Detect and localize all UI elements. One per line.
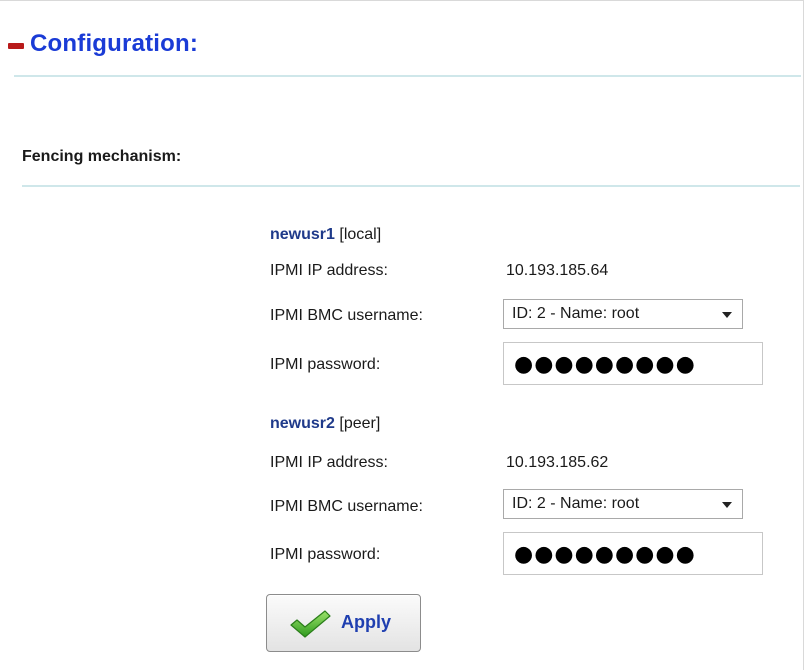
ipmi-password-label: IPMI password: (270, 356, 381, 373)
chevron-down-icon (722, 502, 732, 508)
select-value: ID: 2 - Name: root (512, 495, 640, 512)
ipmi-username-label: IPMI BMC username: (270, 498, 423, 515)
ipmi-username-select[interactable]: ID: 2 - Name: root (503, 299, 743, 329)
fencing-heading: Fencing mechanism: (22, 148, 182, 165)
select-value: ID: 2 - Name: root (512, 305, 640, 322)
ipmi-password-input[interactable]: ●●●●●●●●● (503, 532, 763, 575)
node-title: newusr1 [local] (270, 226, 381, 244)
divider (22, 185, 800, 187)
node-role: [local] (339, 226, 382, 243)
ipmi-ip-label: IPMI IP address: (270, 454, 388, 471)
node-name: newusr2 (270, 415, 335, 432)
divider (14, 75, 801, 77)
node-title: newusr2 [peer] (270, 415, 380, 433)
section-title: Configuration: (30, 30, 199, 57)
ipmi-ip-label: IPMI IP address: (270, 262, 388, 279)
node-role: [peer] (339, 415, 381, 432)
checkmark-icon (290, 610, 331, 638)
ipmi-ip-value: 10.193.185.62 (506, 454, 609, 471)
ipmi-password-input[interactable]: ●●●●●●●●● (503, 342, 763, 385)
ipmi-username-label: IPMI BMC username: (270, 307, 423, 324)
password-mask: ●●●●●●●●● (514, 542, 696, 567)
section-header[interactable]: Configuration: (8, 28, 798, 74)
chevron-down-icon (722, 312, 732, 318)
ipmi-password-label: IPMI password: (270, 546, 381, 563)
ipmi-username-select[interactable]: ID: 2 - Name: root (503, 489, 743, 519)
node-name: newusr1 (270, 226, 335, 243)
ipmi-ip-value: 10.193.185.64 (506, 262, 609, 279)
collapse-icon[interactable] (8, 43, 24, 49)
apply-button[interactable]: Apply (266, 594, 421, 652)
password-mask: ●●●●●●●●● (514, 352, 696, 377)
apply-label: Apply (341, 612, 392, 632)
